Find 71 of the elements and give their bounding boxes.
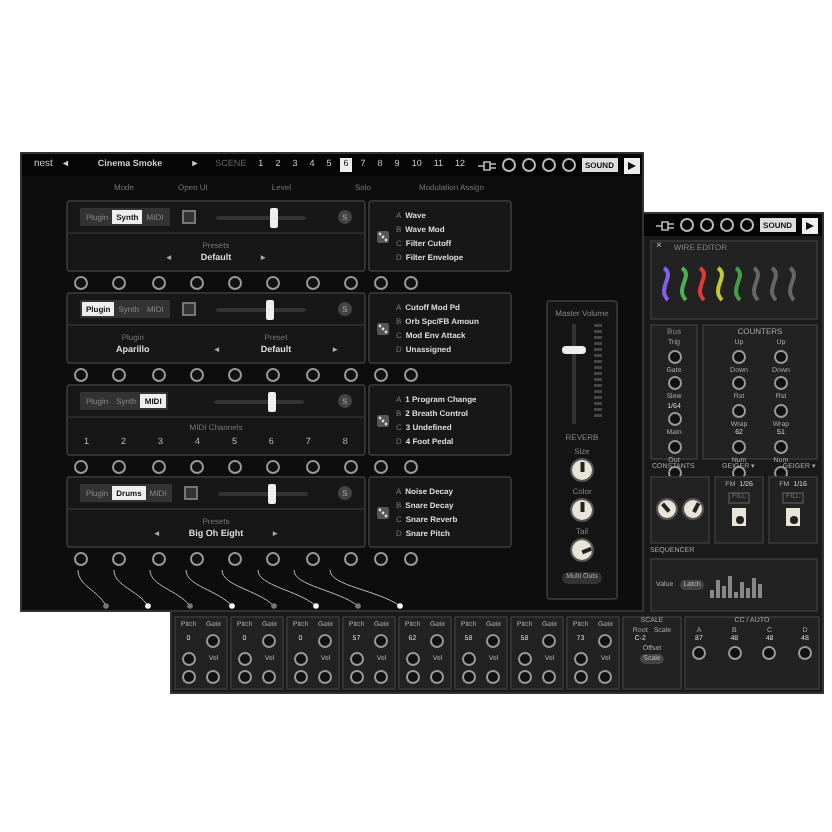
jack-socket[interactable] xyxy=(374,551,388,565)
play-button[interactable] xyxy=(623,157,640,173)
slider-thumb[interactable] xyxy=(269,207,278,227)
slider-thumb[interactable] xyxy=(268,391,277,411)
open-ui-button[interactable] xyxy=(184,486,199,500)
jack-socket[interactable] xyxy=(343,367,358,381)
jack-socket[interactable] xyxy=(74,367,88,381)
jack-socket[interactable] xyxy=(151,459,166,473)
open-ui-button[interactable] xyxy=(181,302,196,316)
jack-socket[interactable] xyxy=(404,367,418,381)
jack-socket[interactable] xyxy=(266,551,281,565)
jack-socket[interactable] xyxy=(305,459,320,473)
jack-socket[interactable] xyxy=(404,551,418,565)
slider-thumb[interactable] xyxy=(265,299,274,319)
jack-socket[interactable] xyxy=(404,275,418,289)
jack-socket[interactable] xyxy=(305,551,320,565)
jack-socket[interactable] xyxy=(305,367,320,381)
master-volume-slider[interactable] xyxy=(562,324,586,424)
jack-socket[interactable] xyxy=(343,551,358,565)
jack-socket[interactable] xyxy=(189,275,204,289)
jack-socket[interactable] xyxy=(112,551,127,565)
jack-socket[interactable] xyxy=(151,275,166,289)
dice-icon[interactable] xyxy=(376,321,390,335)
jack-socket[interactable] xyxy=(112,459,127,473)
knob[interactable] xyxy=(682,498,704,520)
dice-icon[interactable] xyxy=(376,229,390,243)
jack-socket[interactable] xyxy=(305,275,320,289)
output-jack[interactable] xyxy=(786,507,800,525)
jack-socket[interactable] xyxy=(74,459,88,473)
jack-socket[interactable] xyxy=(374,459,388,473)
jack-socket[interactable] xyxy=(189,459,204,473)
jack-socket[interactable] xyxy=(151,367,166,381)
play-button[interactable] xyxy=(802,217,818,233)
jack-socket[interactable] xyxy=(112,275,127,289)
jack-socket[interactable] xyxy=(189,367,204,381)
jack-socket[interactable] xyxy=(374,275,388,289)
play-icon xyxy=(806,221,814,229)
jack-socket[interactable] xyxy=(74,551,88,565)
knob[interactable] xyxy=(570,498,594,522)
plug-icon[interactable] xyxy=(655,219,674,231)
histogram-drawing xyxy=(710,573,763,597)
jack-socket[interactable] xyxy=(112,367,127,381)
knob[interactable] xyxy=(656,498,678,520)
jack-socket[interactable] xyxy=(343,275,358,289)
open-ui-button[interactable] xyxy=(181,210,196,224)
jack-socket[interactable] xyxy=(266,367,281,381)
jack-socket[interactable] xyxy=(762,645,777,659)
jack-socket[interactable] xyxy=(189,551,204,565)
jack-socket[interactable] xyxy=(374,367,388,381)
jack-socket[interactable] xyxy=(404,459,418,473)
jack-socket[interactable] xyxy=(266,459,281,473)
play-icon xyxy=(627,161,636,169)
dice-icon[interactable] xyxy=(376,505,390,519)
slider-thumb[interactable] xyxy=(562,345,586,353)
jack-socket[interactable] xyxy=(228,459,243,473)
output-jack[interactable] xyxy=(732,507,746,525)
knob[interactable] xyxy=(570,458,594,482)
jack-socket[interactable] xyxy=(228,275,243,289)
dice-icon[interactable] xyxy=(376,413,390,427)
jack-socket[interactable] xyxy=(797,645,812,659)
jack-socket[interactable] xyxy=(74,275,88,289)
plug-icon[interactable] xyxy=(477,159,496,171)
jack-socket[interactable] xyxy=(266,275,281,289)
jack-socket[interactable] xyxy=(228,367,243,381)
jack-socket[interactable] xyxy=(343,459,358,473)
jack-socket[interactable] xyxy=(692,645,706,659)
knob[interactable] xyxy=(570,538,594,562)
slider-thumb[interactable] xyxy=(268,483,277,503)
jack-socket[interactable] xyxy=(228,551,243,565)
jack-socket[interactable] xyxy=(727,645,742,659)
jack-socket[interactable] xyxy=(151,551,166,565)
